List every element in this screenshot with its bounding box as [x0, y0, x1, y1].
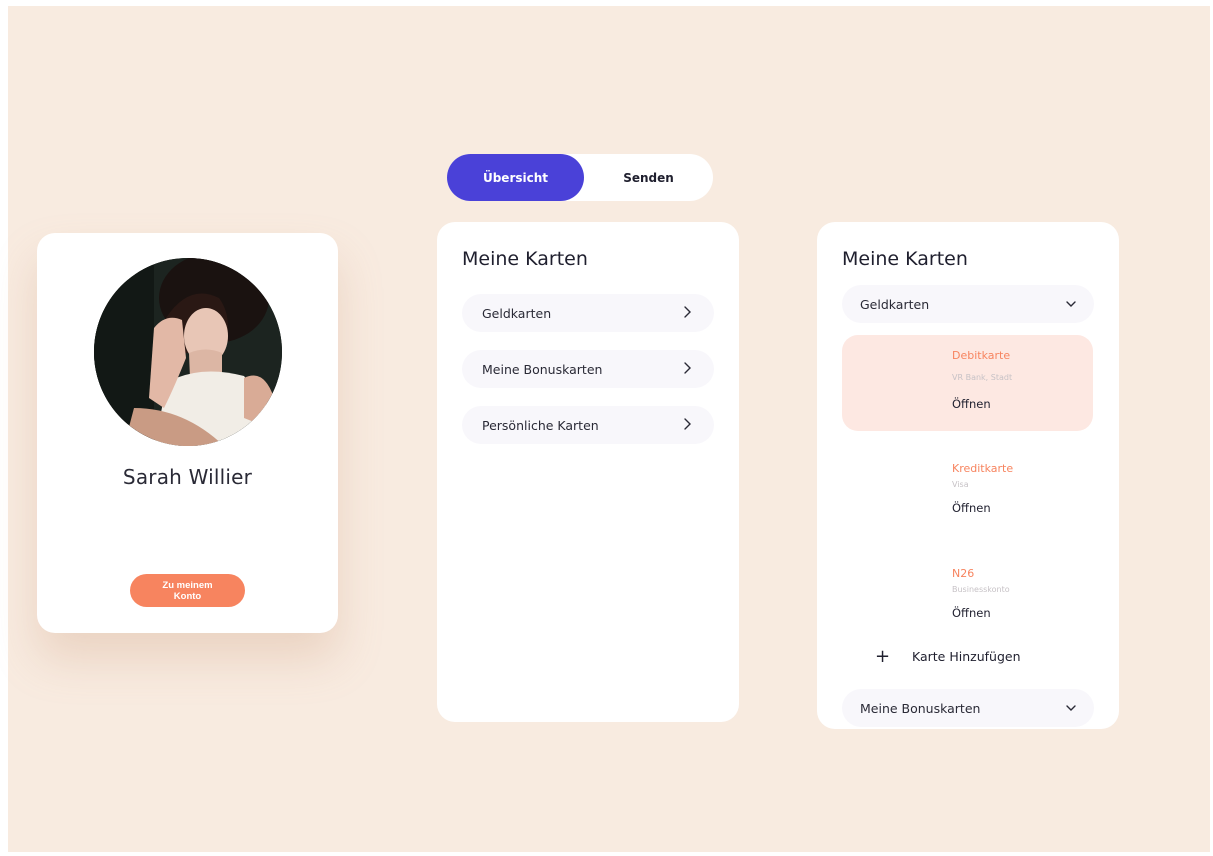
- list-item-bonuskarten[interactable]: Meine Bonuskarten: [462, 350, 714, 388]
- open-link[interactable]: Öffnen: [952, 501, 991, 515]
- chevron-right-icon: [684, 418, 691, 430]
- tab-send[interactable]: Senden: [584, 154, 713, 201]
- tab-switcher: Übersicht Senden: [447, 154, 713, 201]
- account-subtitle: VR Bank, Stadt: [952, 373, 1013, 382]
- account-name: Debitkarte: [952, 349, 1011, 362]
- account-item-n26: N26 Businesskonto Öffnen: [842, 553, 1093, 649]
- avatar: [94, 258, 282, 446]
- account-name: N26: [952, 567, 975, 580]
- list-item-label: Geldkarten: [482, 306, 552, 321]
- open-link[interactable]: Öffnen: [952, 397, 991, 411]
- profile-name: Sarah Willier: [122, 465, 253, 489]
- chevron-right-icon: [684, 306, 691, 318]
- account-name: Kreditkarte: [952, 462, 1014, 475]
- dropdown-label: Geldkarten: [860, 297, 930, 312]
- tab-overview[interactable]: Übersicht: [447, 154, 584, 201]
- list-item-geldkarten[interactable]: Geldkarten: [462, 294, 714, 332]
- chevron-right-icon: [684, 362, 691, 374]
- panel-title: Meine Karten: [842, 248, 968, 270]
- account-subtitle: Businesskonto: [952, 585, 1010, 594]
- profile-card: Sarah Willier Zu meinem Konto: [37, 233, 338, 633]
- open-link[interactable]: Öffnen: [952, 606, 991, 620]
- account-item-kreditkarte: Kreditkarte Visa Öffnen: [842, 448, 1093, 544]
- add-card-button[interactable]: + Karte Hinzufügen: [875, 645, 1021, 667]
- chevron-down-icon: [1066, 705, 1076, 711]
- list-item-label: Meine Bonuskarten: [482, 362, 603, 377]
- list-item-label: Persönliche Karten: [482, 418, 599, 433]
- account-button[interactable]: Zu meinem Konto: [130, 574, 245, 607]
- add-card-label: Karte Hinzufügen: [912, 648, 1021, 664]
- list-item-persoenliche-karten[interactable]: Persönliche Karten: [462, 406, 714, 444]
- dropdown-geldkarten[interactable]: Geldkarten: [842, 285, 1094, 323]
- account-subtitle: Visa: [952, 480, 969, 489]
- panel-title: Meine Karten: [462, 248, 588, 270]
- cards-panel: Meine Karten Geldkarten Meine Bonuskarte…: [437, 222, 739, 722]
- plus-icon: +: [875, 645, 891, 667]
- dropdown-bonuskarten[interactable]: Meine Bonuskarten: [842, 689, 1094, 727]
- account-item-debitkarte: Debitkarte VR Bank, Stadt Öffnen: [842, 335, 1093, 431]
- chevron-down-icon: [1066, 301, 1076, 307]
- dropdown-label: Meine Bonuskarten: [860, 701, 981, 716]
- cards-detail-panel: Meine Karten Geldkarten Debitkarte VR Ba…: [817, 222, 1119, 729]
